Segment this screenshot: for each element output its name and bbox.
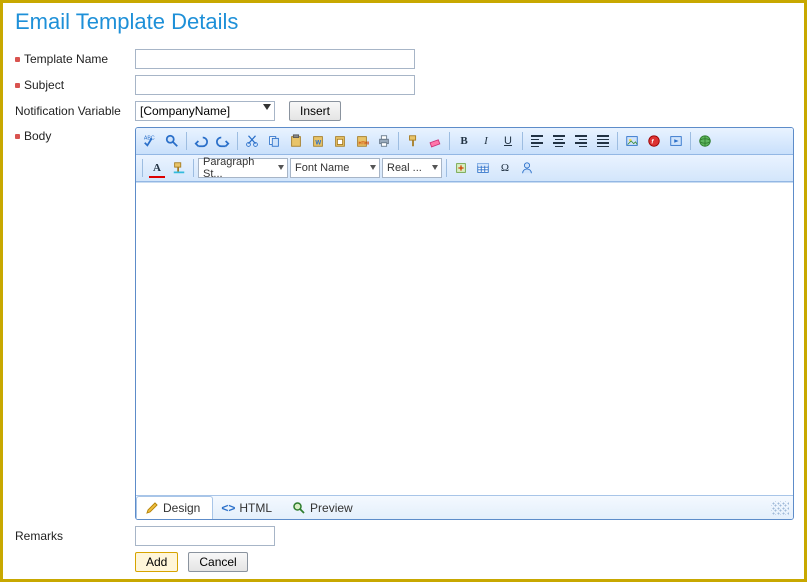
row-template-name: Template Name xyxy=(15,49,794,69)
paste-word-icon[interactable]: W xyxy=(308,131,328,151)
remarks-label: Remarks xyxy=(15,529,63,543)
toolbar-separator xyxy=(142,159,143,177)
toolbar-separator xyxy=(617,132,618,150)
bold-button[interactable]: B xyxy=(454,131,474,151)
align-justify-button[interactable] xyxy=(593,131,613,151)
chevron-down-icon xyxy=(278,165,284,170)
clear-format-icon[interactable] xyxy=(425,131,445,151)
tab-design[interactable]: Design xyxy=(136,496,213,519)
row-body: Body ABC W HTML xyxy=(15,127,794,520)
font-a-glyph: A xyxy=(153,162,161,174)
row-subject: Subject xyxy=(15,75,794,95)
paste-html-icon[interactable]: HTML xyxy=(352,131,372,151)
subject-label: Subject xyxy=(24,78,64,92)
insert-image-icon[interactable] xyxy=(622,131,642,151)
form: Template Name Subject Notification Varia… xyxy=(15,49,794,572)
add-button[interactable]: Add xyxy=(135,552,178,572)
required-marker xyxy=(15,57,20,62)
required-marker xyxy=(15,134,20,139)
code-icon: <> xyxy=(221,501,235,515)
svg-text:W: W xyxy=(315,140,321,147)
paragraph-style-combo[interactable]: Paragraph St... xyxy=(198,158,288,178)
toolbar-separator xyxy=(449,132,450,150)
tab-preview-label: Preview xyxy=(310,501,353,515)
tab-html-label: HTML xyxy=(239,501,272,515)
cut-icon[interactable] xyxy=(242,131,262,151)
row-notification-variable: Notification Variable Insert xyxy=(15,101,794,121)
align-right-button[interactable] xyxy=(571,131,591,151)
chevron-down-icon xyxy=(370,165,376,170)
font-color-button[interactable]: A xyxy=(147,158,167,178)
remarks-input[interactable] xyxy=(135,526,275,546)
editor-toolbar-1: ABC W HTML B xyxy=(136,128,793,155)
insert-symbol-button[interactable]: Ω xyxy=(495,158,515,178)
toolbar-separator xyxy=(522,132,523,150)
toolbar-separator xyxy=(237,132,238,150)
editor-content-area[interactable] xyxy=(136,182,793,495)
format-painter-icon[interactable] xyxy=(403,131,423,151)
insert-snippet-icon[interactable] xyxy=(451,158,471,178)
align-left-button[interactable] xyxy=(527,131,547,151)
toolbar-separator xyxy=(398,132,399,150)
cancel-button[interactable]: Cancel xyxy=(188,552,247,572)
paste-icon[interactable] xyxy=(286,131,306,151)
insert-flash-icon[interactable]: f xyxy=(644,131,664,151)
tab-html[interactable]: <> HTML xyxy=(213,496,284,519)
undo-icon[interactable] xyxy=(191,131,211,151)
rich-text-editor: ABC W HTML B xyxy=(135,127,794,520)
highlight-color-button[interactable] xyxy=(169,158,189,178)
editor-toolbar-2: A Paragraph St... Font Name Real ... Ω xyxy=(136,155,793,182)
align-center-button[interactable] xyxy=(549,131,569,151)
toolbar-separator xyxy=(690,132,691,150)
spellcheck-icon[interactable]: ABC xyxy=(140,131,160,151)
subject-input[interactable] xyxy=(135,75,415,95)
italic-button[interactable]: I xyxy=(476,131,496,151)
paste-plain-icon[interactable] xyxy=(330,131,350,151)
insert-button[interactable]: Insert xyxy=(289,101,341,121)
form-actions: Add Cancel xyxy=(135,552,794,572)
underline-button[interactable]: U xyxy=(498,131,518,151)
print-icon[interactable] xyxy=(374,131,394,151)
toolbar-separator xyxy=(193,159,194,177)
page-title: Email Template Details xyxy=(15,9,794,35)
size-combo-text: Real ... xyxy=(387,162,422,174)
font-size-combo[interactable]: Real ... xyxy=(382,158,442,178)
font-name-combo[interactable]: Font Name xyxy=(290,158,380,178)
hyperlink-icon[interactable] xyxy=(695,131,715,151)
editor-view-tabs: Design <> HTML Preview xyxy=(136,495,793,519)
template-name-input[interactable] xyxy=(135,49,415,69)
pencil-icon xyxy=(145,501,159,515)
copy-icon[interactable] xyxy=(264,131,284,151)
chevron-down-icon xyxy=(432,165,438,170)
resize-grip-icon[interactable] xyxy=(771,501,789,515)
required-marker xyxy=(15,83,20,88)
template-name-label: Template Name xyxy=(24,52,108,66)
font-combo-text: Font Name xyxy=(295,162,349,174)
notification-variable-select[interactable] xyxy=(135,101,275,121)
user-icon[interactable] xyxy=(517,158,537,178)
body-label: Body xyxy=(24,129,51,143)
row-remarks: Remarks xyxy=(15,526,794,546)
tab-design-label: Design xyxy=(163,501,200,515)
insert-table-icon[interactable] xyxy=(473,158,493,178)
find-icon[interactable] xyxy=(162,131,182,151)
tab-preview[interactable]: Preview xyxy=(284,496,365,519)
app-frame: Email Template Details Template Name Sub… xyxy=(0,0,807,582)
toolbar-separator xyxy=(446,159,447,177)
toolbar-separator xyxy=(186,132,187,150)
svg-text:ABC: ABC xyxy=(144,135,155,141)
notification-variable-label: Notification Variable xyxy=(15,104,121,118)
magnifier-icon xyxy=(292,501,306,515)
svg-text:HTML: HTML xyxy=(359,141,370,146)
redo-icon[interactable] xyxy=(213,131,233,151)
insert-media-icon[interactable] xyxy=(666,131,686,151)
paragraph-combo-text: Paragraph St... xyxy=(203,156,273,180)
notification-variable-value[interactable] xyxy=(135,101,275,121)
